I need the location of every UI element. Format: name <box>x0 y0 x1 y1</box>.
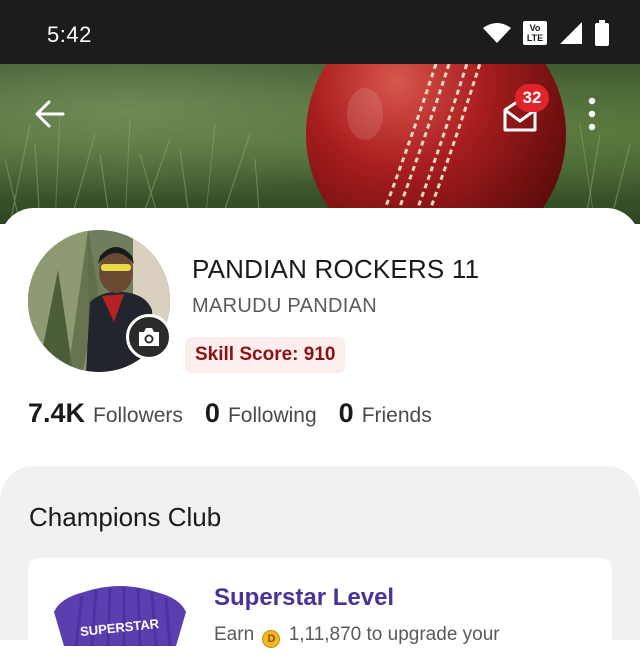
friends-label[interactable]: Friends <box>362 404 432 428</box>
level-desc-suffix: 1,11,870 to upgrade your <box>288 624 500 645</box>
camera-icon <box>139 328 159 346</box>
wifi-icon <box>482 21 512 50</box>
level-title: Superstar Level <box>214 584 395 611</box>
back-arrow-icon <box>35 100 65 128</box>
following-label[interactable]: Following <box>228 404 317 428</box>
back-button[interactable] <box>26 90 74 138</box>
superstar-jersey-image: SUPERSTAR <box>54 586 186 646</box>
battery-icon <box>594 19 610 51</box>
friends-count[interactable]: 0 <box>339 398 354 429</box>
volte-text: Vo <box>530 23 541 33</box>
status-time: 5:42 <box>47 22 92 47</box>
followers-label[interactable]: Followers <box>93 404 183 428</box>
more-options-button[interactable] <box>572 90 612 138</box>
status-icons: Vo LTE <box>482 19 610 51</box>
following-count[interactable]: 0 <box>205 398 220 429</box>
volte-icon: Vo LTE <box>522 20 548 51</box>
champions-club-title: Champions Club <box>29 502 222 532</box>
social-stats: 7.4K Followers 0 Following 0 Friends <box>28 398 454 442</box>
signal-icon <box>558 20 584 51</box>
skill-score-badge: Skill Score: 910 <box>185 337 346 373</box>
user-name: MARUDU PANDIAN <box>192 295 377 317</box>
followers-count[interactable]: 7.4K <box>28 398 85 429</box>
more-vertical-icon <box>588 97 596 131</box>
change-photo-button[interactable] <box>126 314 172 360</box>
svg-text:LTE: LTE <box>527 33 543 43</box>
status-bar: 5:42 Vo LTE <box>0 0 640 64</box>
level-description: Earn D 1,11,870 to upgrade your <box>214 624 500 648</box>
coin-icon: D <box>262 630 281 648</box>
level-desc-prefix: Earn <box>214 624 255 645</box>
team-name: PANDIAN ROCKERS 11 <box>192 254 480 284</box>
notification-count-badge: 32 <box>515 84 549 112</box>
